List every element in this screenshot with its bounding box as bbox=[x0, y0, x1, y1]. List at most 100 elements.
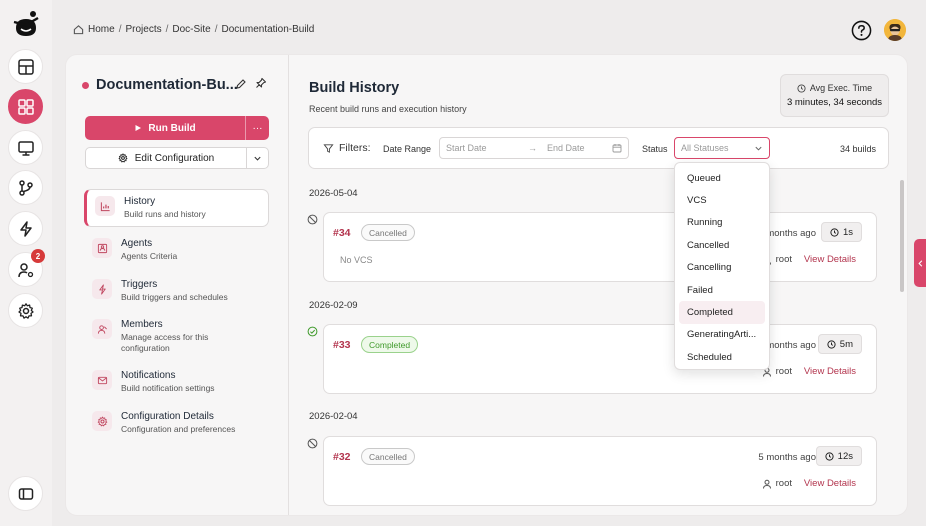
nav-notifications[interactable]: Notifications Build notification settings bbox=[84, 364, 269, 400]
avg-exec-label: Avg Exec. Time bbox=[809, 83, 873, 93]
edit-configuration-main[interactable]: Edit Configuration bbox=[86, 148, 246, 168]
filters-label: Filters: bbox=[339, 142, 371, 154]
nav-label: History bbox=[124, 196, 156, 207]
run-duration-value: 12s bbox=[837, 450, 853, 462]
status-option-scheduled[interactable]: Scheduled bbox=[679, 346, 765, 368]
projects-nav-button[interactable] bbox=[8, 89, 43, 124]
filter-icon bbox=[323, 143, 334, 153]
mail-icon bbox=[92, 370, 112, 390]
members-icon bbox=[92, 319, 112, 339]
breadcrumb-projects[interactable]: Projects bbox=[125, 24, 161, 35]
run-time-ago: 5 months ago bbox=[758, 452, 816, 463]
gear-icon bbox=[17, 302, 34, 319]
status-badge: Cancelled bbox=[361, 448, 415, 465]
breadcrumb-home[interactable]: Home bbox=[88, 24, 115, 35]
vcs-nav-button[interactable] bbox=[8, 170, 43, 205]
app-logo-icon[interactable] bbox=[11, 10, 41, 40]
chevron-left-icon bbox=[917, 259, 922, 267]
sidebar-toggle-icon bbox=[18, 487, 33, 500]
build-history-panel: Build History Recent build runs and exec… bbox=[289, 55, 908, 515]
date-group-heading: 2026-02-04 bbox=[309, 411, 358, 422]
pencil-icon[interactable] bbox=[235, 78, 247, 90]
check-circle-icon bbox=[307, 326, 318, 337]
grid-icon bbox=[17, 98, 34, 115]
users-nav-button[interactable]: 2 bbox=[8, 249, 45, 287]
run-duration: 12s bbox=[815, 446, 862, 466]
view-details-link[interactable]: View Details bbox=[804, 478, 856, 489]
user-avatar[interactable] bbox=[884, 19, 906, 41]
end-date-field[interactable]: End Date bbox=[547, 143, 602, 153]
vcs-info: No VCS bbox=[340, 255, 373, 265]
build-run-card[interactable]: #34 Cancelled No VCS 2 months ago 1s roo… bbox=[323, 212, 877, 282]
run-build-label: Run Build bbox=[148, 122, 196, 134]
main-card: Documentation-Bu... Run Build ··· Edit C… bbox=[65, 54, 908, 516]
edit-options-button[interactable] bbox=[246, 148, 268, 168]
cancelled-icon bbox=[307, 438, 318, 449]
view-details-link[interactable]: View Details bbox=[804, 366, 856, 377]
dashboard-nav-button[interactable] bbox=[8, 49, 43, 84]
status-dot bbox=[82, 81, 89, 89]
run-user: root bbox=[775, 478, 792, 489]
calendar-icon[interactable] bbox=[612, 143, 622, 153]
date-range-input[interactable]: Start Date → End Date bbox=[439, 137, 629, 159]
user-icon bbox=[762, 479, 771, 489]
help-icon[interactable] bbox=[851, 20, 872, 41]
agents-nav-button[interactable] bbox=[8, 130, 43, 165]
build-run-card[interactable]: #32 Cancelled 5 months ago 12s root View… bbox=[323, 436, 877, 506]
nav-triggers[interactable]: Triggers Build triggers and schedules bbox=[84, 273, 269, 309]
status-label: Status bbox=[642, 144, 668, 154]
nav-history[interactable]: History Build runs and history bbox=[84, 189, 269, 227]
clock-icon bbox=[797, 83, 806, 93]
filters-bar: Filters: Date Range Start Date → End Dat… bbox=[308, 127, 889, 169]
nav-configuration-details[interactable]: Configuration Details Configuration and p… bbox=[84, 405, 269, 441]
nav-description: Manage access for this configuration bbox=[121, 332, 209, 353]
agents-icon bbox=[92, 238, 112, 258]
app-rail: 2 bbox=[0, 0, 52, 526]
date-range-label: Date Range bbox=[383, 144, 432, 154]
home-icon[interactable] bbox=[73, 24, 84, 35]
collapse-sidebar-button[interactable] bbox=[8, 476, 43, 511]
status-option-queued[interactable]: Queued bbox=[679, 167, 765, 189]
run-number[interactable]: #32 bbox=[333, 451, 351, 463]
nav-agents[interactable]: Agents Agents Criteria bbox=[84, 232, 269, 268]
status-select[interactable]: All Statuses bbox=[674, 137, 770, 159]
start-date-field[interactable]: Start Date bbox=[446, 143, 518, 153]
build-run-card[interactable]: #33 Completed 4 months ago 5m root View … bbox=[323, 324, 877, 394]
lightning-icon bbox=[92, 279, 112, 299]
breadcrumb: Home / Projects / Doc-Site / Documentati… bbox=[73, 24, 314, 35]
triggers-nav-button[interactable] bbox=[8, 211, 43, 246]
pin-icon[interactable] bbox=[255, 77, 267, 89]
run-build-button[interactable]: Run Build ··· bbox=[85, 116, 269, 140]
status-option-cancelling[interactable]: Cancelling bbox=[679, 257, 765, 279]
nav-description: Build notification settings bbox=[121, 383, 215, 393]
status-option-cancelled[interactable]: Cancelled bbox=[679, 234, 765, 256]
notification-badge: 2 bbox=[31, 249, 45, 263]
nav-label: Members bbox=[121, 319, 163, 330]
status-option-generating-artifacts[interactable]: GeneratingArti... bbox=[679, 324, 765, 346]
scrollbar[interactable] bbox=[900, 180, 904, 292]
chart-icon bbox=[95, 196, 115, 216]
configuration-title: Documentation-Bu... bbox=[82, 77, 238, 93]
nav-members[interactable]: Members Manage access for this configurat… bbox=[84, 313, 269, 359]
view-details-link[interactable]: View Details bbox=[804, 254, 856, 265]
nav-description: Build triggers and schedules bbox=[121, 292, 228, 302]
side-panel-tab[interactable] bbox=[914, 239, 926, 287]
nav-description: Configuration and preferences bbox=[121, 424, 236, 434]
page-subtitle: Recent build runs and execution history bbox=[309, 104, 467, 114]
breadcrumb-doc-site[interactable]: Doc-Site bbox=[172, 24, 210, 35]
date-group-heading: 2026-02-09 bbox=[309, 300, 358, 311]
run-options-button[interactable]: ··· bbox=[245, 116, 269, 140]
cancelled-icon bbox=[307, 214, 318, 225]
run-build-main[interactable]: Run Build bbox=[85, 116, 245, 140]
status-option-failed[interactable]: Failed bbox=[679, 279, 765, 301]
status-option-running[interactable]: Running bbox=[679, 212, 765, 234]
chevron-down-icon bbox=[755, 146, 762, 151]
run-number[interactable]: #34 bbox=[333, 227, 351, 239]
edit-configuration-button[interactable]: Edit Configuration bbox=[85, 147, 269, 169]
status-option-vcs[interactable]: VCS bbox=[679, 189, 765, 211]
run-duration-value: 5m bbox=[839, 338, 853, 350]
run-number[interactable]: #33 bbox=[333, 339, 351, 351]
status-option-completed[interactable]: Completed bbox=[679, 301, 765, 324]
nav-label: Agents bbox=[121, 238, 153, 249]
settings-nav-button[interactable] bbox=[8, 293, 43, 328]
